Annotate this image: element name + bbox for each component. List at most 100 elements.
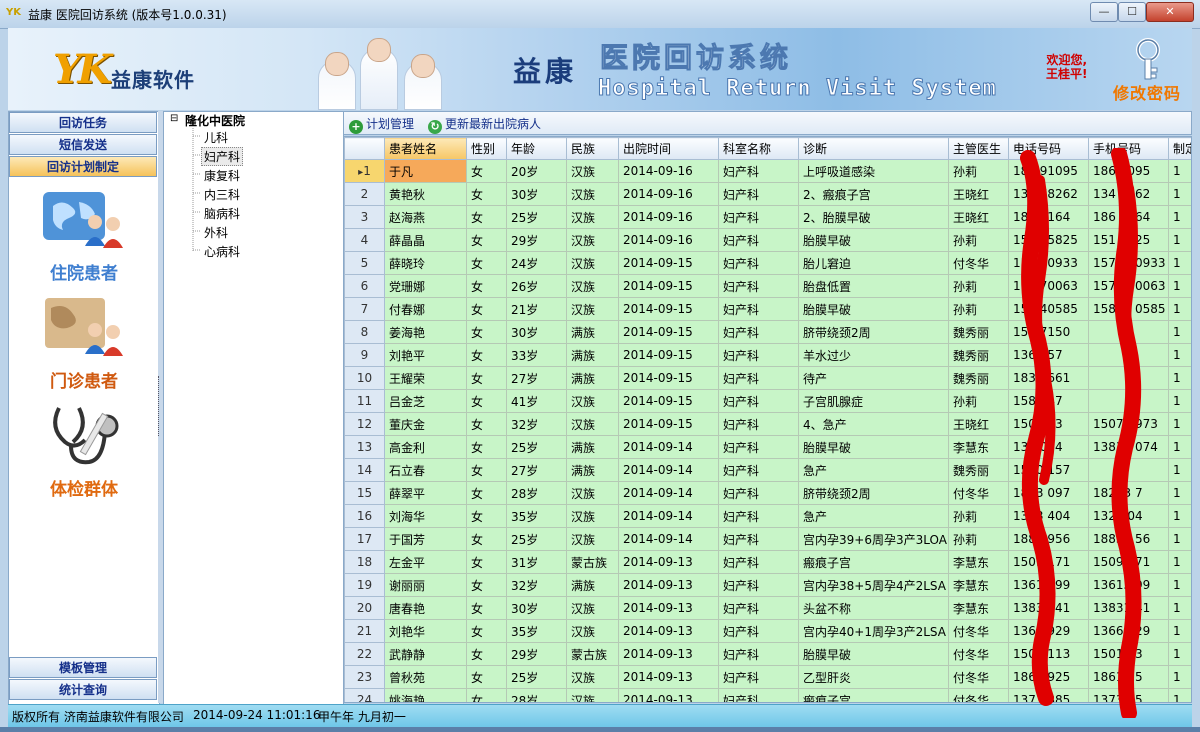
table-cell[interactable]: 胎膜早破 <box>798 642 949 666</box>
table-cell[interactable]: 1 <box>1168 481 1191 505</box>
table-cell[interactable]: 魏秀丽 <box>948 366 1009 390</box>
table-cell[interactable]: 妇产科 <box>718 205 799 229</box>
table-cell[interactable]: 1 <box>1168 389 1191 413</box>
table-cell[interactable]: 女 <box>466 619 507 643</box>
table-cell[interactable]: 蒙古族 <box>566 550 619 574</box>
nav-tab-plan-setup[interactable]: 回访计划制定 <box>9 156 157 177</box>
table-cell[interactable]: 25岁 <box>506 665 567 689</box>
table-cell[interactable]: 妇产科 <box>718 297 799 321</box>
row-number-cell[interactable]: 22 <box>344 642 385 666</box>
table-cell[interactable]: 付冬华 <box>948 688 1009 702</box>
row-number-cell[interactable]: 16 <box>344 504 385 528</box>
table-cell[interactable]: 1 <box>1168 596 1191 620</box>
table-cell[interactable]: 2014-09-14 <box>618 527 719 551</box>
table-cell[interactable]: 25岁 <box>506 435 567 459</box>
row-number-cell[interactable]: 4 <box>344 228 385 252</box>
table-cell[interactable]: 150 7150 <box>1008 320 1089 344</box>
row-number-cell[interactable]: 8 <box>344 320 385 344</box>
table-cell[interactable]: 1 <box>1168 159 1191 183</box>
table-cell[interactable]: 35岁 <box>506 504 567 528</box>
table-cell[interactable]: 妇产科 <box>718 228 799 252</box>
table-cell[interactable]: 妇产科 <box>718 412 799 436</box>
table-cell[interactable]: 曾秋苑 <box>384 665 467 689</box>
table-row[interactable]: 17 于国芳女 25岁 汉族 2014-09-14 妇产科 宫内孕39+6周孕3产3LOA 孙… <box>344 527 1191 551</box>
table-cell[interactable]: 157 70063 <box>1008 274 1089 298</box>
row-number-cell[interactable]: 2 <box>344 182 385 206</box>
table-cell[interactable]: 1 <box>1168 665 1191 689</box>
table-row[interactable]: 11 吕金芝女 41岁 汉族 2014-09-15 妇产科 子宫肌腺症 孙莉 158 947 1 <box>344 389 1191 413</box>
table-cell[interactable]: 女 <box>466 596 507 620</box>
table-cell[interactable]: 15732 0063 <box>1088 274 1169 298</box>
table-cell[interactable]: 29岁 <box>506 642 567 666</box>
table-cell[interactable]: 女 <box>466 389 507 413</box>
nav-physical-exam[interactable]: 体检群体 <box>29 402 139 500</box>
table-cell[interactable]: 26岁 <box>506 274 567 298</box>
table-cell[interactable]: 2014-09-13 <box>618 642 719 666</box>
table-row[interactable]: 18 左金平女 31岁 蒙古族 2014-09-13 妇产科 瘢痕子宫 李慧东 1509 171… <box>344 550 1191 574</box>
table-cell[interactable]: 魏秀丽 <box>948 458 1009 482</box>
table-cell[interactable]: 1 <box>1168 435 1191 459</box>
table-cell[interactable]: 妇产科 <box>718 182 799 206</box>
table-cell[interactable]: 33岁 <box>506 343 567 367</box>
table-cell[interactable]: 13663 29 <box>1088 619 1169 643</box>
table-cell[interactable]: 女 <box>466 481 507 505</box>
column-header[interactable]: 手机号码 <box>1088 137 1169 160</box>
table-cell[interactable]: 孙莉 <box>948 527 1009 551</box>
table-cell[interactable]: 1509 171 <box>1008 550 1089 574</box>
table-cell[interactable]: 18 88164 <box>1008 205 1089 229</box>
table-cell[interactable]: 13613 99 <box>1088 573 1169 597</box>
column-header-rownum[interactable] <box>344 137 385 160</box>
table-cell[interactable]: 158 947 <box>1008 389 1089 413</box>
table-cell[interactable]: 脐带绕颈2周 <box>798 481 949 505</box>
table-cell[interactable]: 15731 0933 <box>1088 251 1169 275</box>
table-cell[interactable]: 2014-09-15 <box>618 343 719 367</box>
table-cell[interactable]: 2014-09-14 <box>618 435 719 459</box>
table-cell[interactable]: 宫内孕39+6周孕3产3LOA <box>798 527 949 551</box>
table-row[interactable]: 9 刘艳平女 33岁 满族 2014-09-15 妇产科 羊水过少 魏秀丽 136 957 1 <box>344 343 1191 367</box>
table-cell[interactable]: 李慧东 <box>948 573 1009 597</box>
table-row[interactable]: 7 付春娜女 21岁 汉族 2014-09-15 妇产科 胎膜早破 孙莉 158 40585 15… <box>344 297 1191 321</box>
table-cell[interactable]: 妇产科 <box>718 251 799 275</box>
table-cell[interactable]: 1823 097 <box>1008 481 1089 505</box>
tree-dept-rehab[interactable]: 康复科 <box>204 167 240 184</box>
table-cell[interactable]: 151 35825 <box>1008 228 1089 252</box>
table-cell[interactable]: 27岁 <box>506 458 567 482</box>
table-cell[interactable]: 女 <box>466 274 507 298</box>
table-cell[interactable]: 羊水过少 <box>798 343 949 367</box>
table-cell[interactable]: 1323 04 <box>1088 504 1169 528</box>
table-cell[interactable]: 蒙古族 <box>566 642 619 666</box>
column-header[interactable]: 患者姓名 <box>384 137 467 160</box>
table-cell[interactable]: 刘艳平 <box>384 343 467 367</box>
table-cell[interactable]: 女 <box>466 504 507 528</box>
table-cell[interactable]: 汉族 <box>566 251 619 275</box>
row-number-cell[interactable]: 24 <box>344 688 385 702</box>
table-cell[interactable]: 妇产科 <box>718 343 799 367</box>
table-cell[interactable]: 唐春艳 <box>384 596 467 620</box>
table-row[interactable]: 6 党珊娜女 26岁 汉族 2014-09-15 妇产科 胎盘低置 孙莉 157 70063 15… <box>344 274 1191 298</box>
table-cell[interactable]: 姜海艳 <box>384 320 467 344</box>
table-cell[interactable]: 汉族 <box>566 205 619 229</box>
table-cell[interactable]: 1590 157 <box>1008 458 1089 482</box>
table-cell[interactable]: 41岁 <box>506 389 567 413</box>
table-row[interactable]: 24 姚海艳女 28岁 汉族 2014-09-13 妇产科 瘢痕子宫 付冬华 1373 885 1… <box>344 688 1191 702</box>
table-cell[interactable]: 2014-09-13 <box>618 596 719 620</box>
table-cell[interactable]: 27岁 <box>506 366 567 390</box>
table-cell[interactable]: 汉族 <box>566 504 619 528</box>
table-row[interactable]: 8 姜海艳女 30岁 满族 2014-09-15 妇产科 脐带绕颈2周 魏秀丽 150 7150… <box>344 320 1191 344</box>
table-row[interactable]: 22 武静静女 29岁 蒙古族 2014-09-13 妇产科 胎膜早破 付冬华 1501 113… <box>344 642 1191 666</box>
table-cell[interactable]: 女 <box>466 458 507 482</box>
table-cell[interactable]: 13831 41 <box>1088 596 1169 620</box>
tree-dept-internal3[interactable]: 内三科 <box>204 186 240 203</box>
table-cell[interactable]: 孙莉 <box>948 274 1009 298</box>
table-cell[interactable]: 女 <box>466 205 507 229</box>
maximize-button[interactable]: ☐ <box>1118 2 1146 22</box>
table-cell[interactable]: 李慧东 <box>948 596 1009 620</box>
table-cell[interactable]: 2014-09-15 <box>618 389 719 413</box>
table-cell[interactable]: 付冬华 <box>948 619 1009 643</box>
table-cell[interactable]: 1 <box>1168 251 1191 275</box>
column-header[interactable]: 电话号码 <box>1008 137 1089 160</box>
table-cell[interactable] <box>1088 320 1169 344</box>
column-header[interactable]: 制定 <box>1168 137 1191 160</box>
table-cell[interactable]: 2014-09-15 <box>618 274 719 298</box>
table-cell[interactable]: 黄艳秋 <box>384 182 467 206</box>
